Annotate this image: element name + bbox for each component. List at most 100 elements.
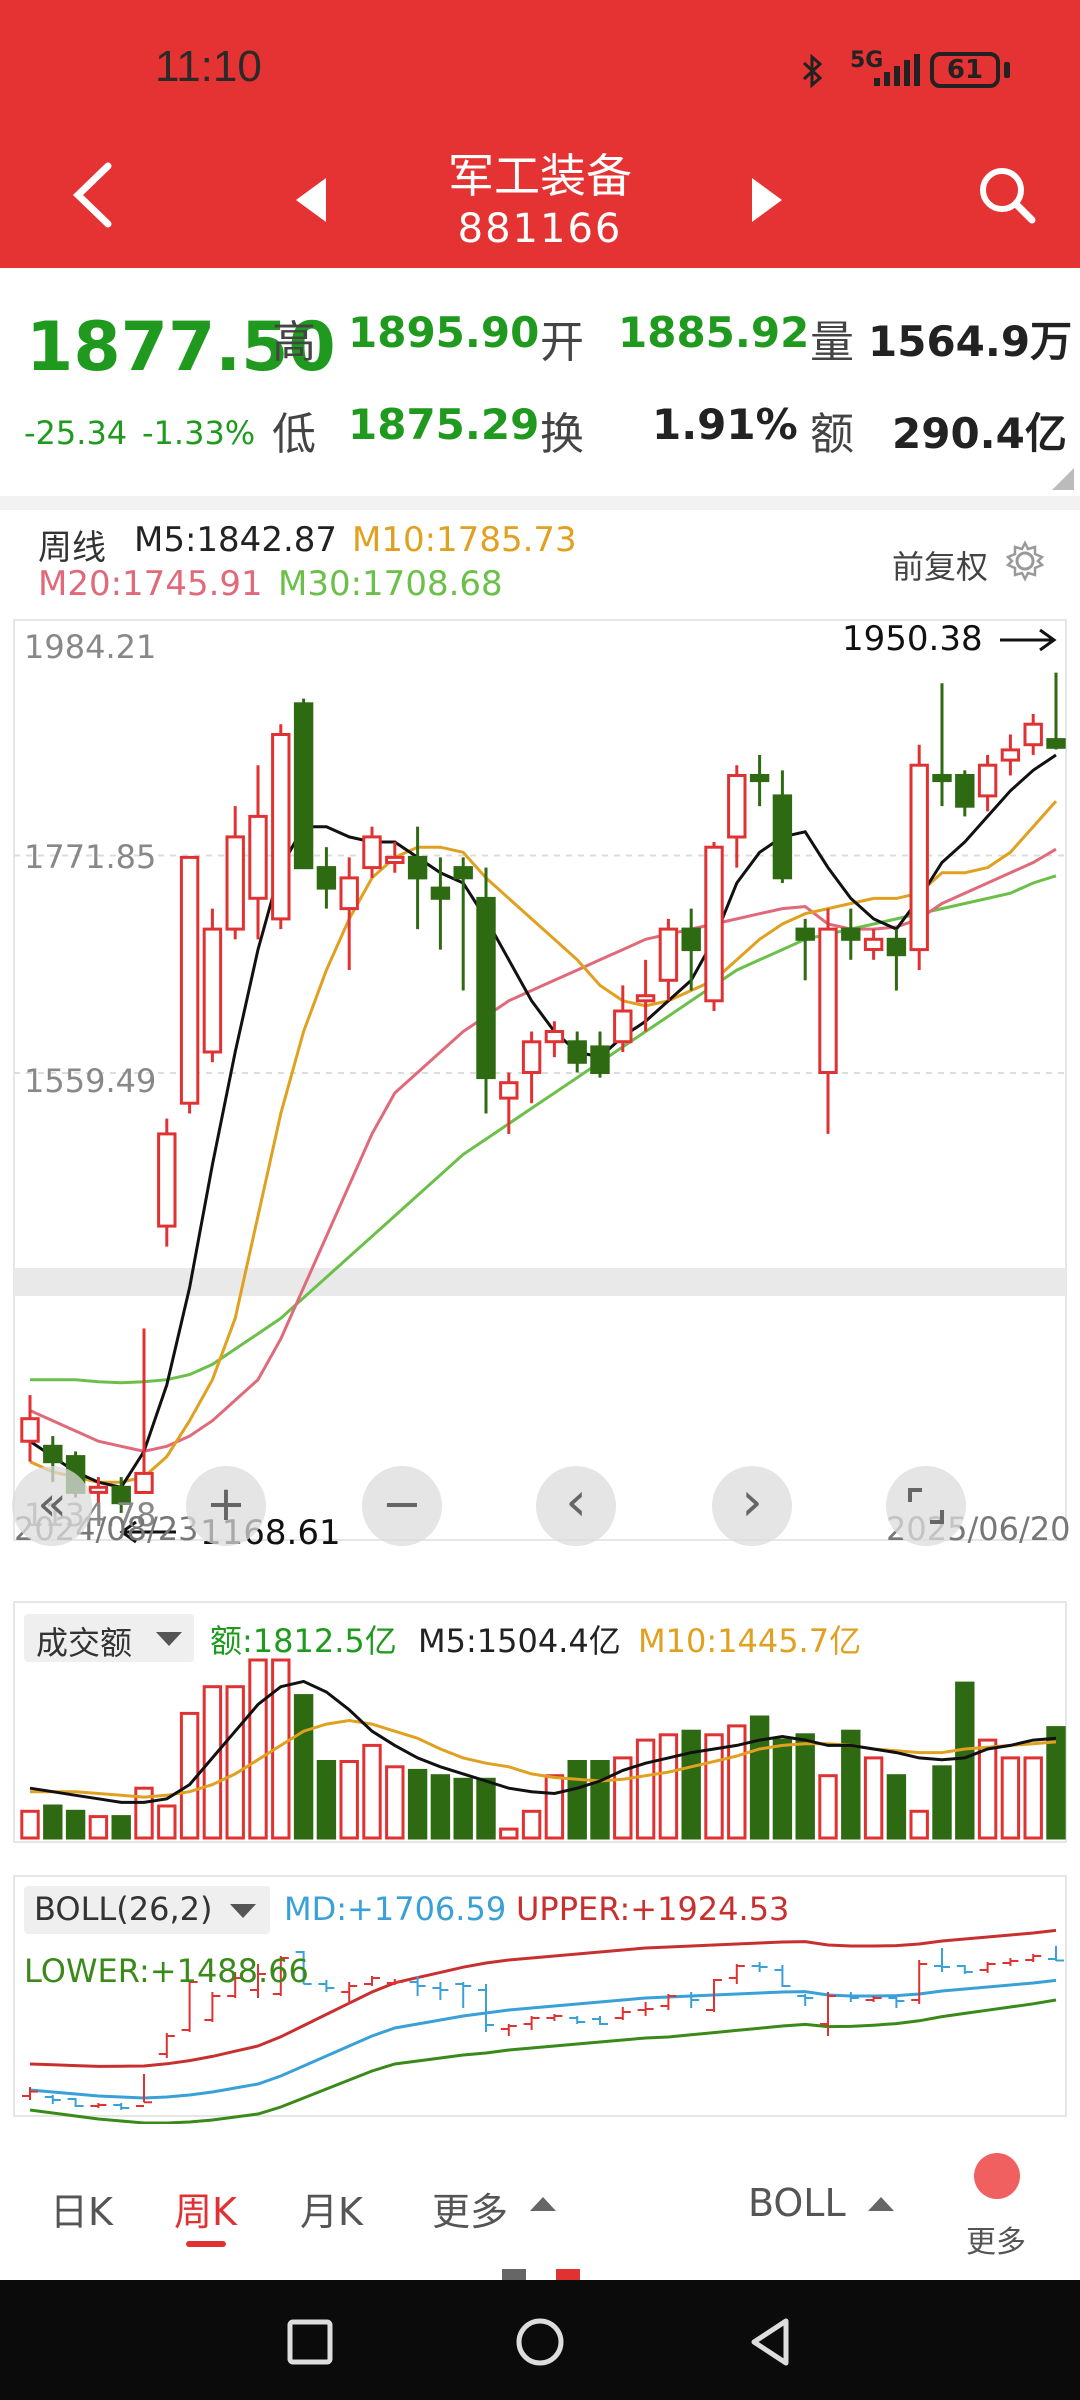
high-label: 高 <box>272 317 316 368</box>
y-tick-label: 1771.85 <box>24 838 156 876</box>
volume-bar <box>453 1777 473 1840</box>
candle-body <box>407 855 428 880</box>
volume-bar <box>521 1809 542 1840</box>
ma5-legend: M5:1842.87 <box>134 520 338 560</box>
tab-month[interactable]: 月K <box>300 2181 363 2236</box>
indicator-dropdown-amount[interactable]: 成交额 <box>24 1614 194 1662</box>
boll-upper: UPPER:+1924.53 <box>516 1890 790 1928</box>
candle-body <box>727 774 747 839</box>
indicator-name: 成交额 <box>36 1624 133 1662</box>
volume-bar <box>248 1658 268 1840</box>
period-tab-bar: 日K 周K 月K 更多 BOLL 更多 <box>0 2125 1080 2280</box>
volume-bar <box>749 1715 770 1840</box>
volume-bar <box>65 1809 86 1840</box>
candle-body <box>271 733 291 921</box>
volume-bar <box>955 1681 975 1840</box>
volume-bar <box>430 1774 451 1840</box>
indicator-dropdown-boll[interactable]: BOLL(26,2) <box>24 1886 270 1934</box>
volume-bar <box>88 1815 109 1840</box>
app-header: 11:10 5G 61 军工装备 881166 <box>0 0 1080 268</box>
settings-gear-icon[interactable] <box>1004 540 1046 582</box>
move-right-button[interactable]: › <box>712 1466 792 1546</box>
volume-bar <box>339 1760 359 1840</box>
zoom-toolbar: « + − ‹ › <box>0 1462 1080 1552</box>
volume-bar <box>863 1756 884 1840</box>
turnover-label: 换 <box>540 409 584 460</box>
page-indicator-dot <box>502 2269 526 2280</box>
price-change: -25.34 <box>24 414 128 452</box>
volume-bar <box>658 1733 679 1840</box>
volume-bar <box>476 1777 496 1840</box>
fullscreen-button[interactable] <box>886 1466 966 1546</box>
y-tick-label: 1559.49 <box>24 1062 156 1100</box>
battery-level: 61 <box>930 52 1000 88</box>
candle-body <box>544 1030 565 1044</box>
back-nav-icon[interactable] <box>746 2316 794 2368</box>
volume-label: 量 <box>810 317 854 368</box>
amount-m10: M10:1445.7亿 <box>638 1622 862 1660</box>
candlestick-chart[interactable]: 1984.21 1771.85 1559.49 1134.78 1950.38 … <box>0 618 1080 1578</box>
candle-body <box>567 1040 587 1064</box>
volume-bar <box>362 1743 382 1840</box>
candle-body <box>681 927 701 952</box>
stock-name: 军工装备 <box>448 149 632 203</box>
more-button-icon[interactable] <box>974 2153 1020 2199</box>
volume-bar <box>795 1733 815 1840</box>
stock-code: 881166 <box>457 206 623 252</box>
tab-day[interactable]: 日K <box>50 2181 113 2236</box>
open-value: 1885.92 <box>618 308 810 357</box>
candle-body <box>499 1081 519 1100</box>
turnover-value: 1.91% <box>652 400 798 449</box>
home-icon[interactable] <box>514 2316 566 2368</box>
candle-body <box>316 866 337 890</box>
candle-body <box>43 1444 63 1464</box>
adjust-label[interactable]: 前复权 <box>892 542 988 588</box>
battery-icon <box>1004 62 1010 78</box>
dropdown-icon <box>230 1904 256 1918</box>
chart-panel: 周线 M5:1842.87 M10:1785.73 M20:1745.91 M3… <box>0 510 1080 2125</box>
y-tick-label: 1984.21 <box>24 628 156 666</box>
max-arrow-icon <box>1000 628 1057 652</box>
zoom-in-button[interactable]: + <box>186 1466 266 1546</box>
volume-bar <box>157 1804 177 1840</box>
volume-bar <box>818 1774 838 1840</box>
volume-value: 1564.9万 <box>868 317 1073 366</box>
candle-body <box>841 927 861 941</box>
tab-active-indicator <box>186 2241 226 2247</box>
candle-body <box>293 702 314 870</box>
move-left-button[interactable]: ‹ <box>536 1466 616 1546</box>
quote-panel: 1877.50 -25.34 -1.33% 高 1895.90 开 1885.9… <box>0 268 1080 496</box>
volume-bar <box>20 1809 40 1840</box>
boll-lower: LOWER:+1488.66 <box>24 1952 309 1990</box>
volume-bar <box>977 1738 998 1840</box>
candle-body <box>658 927 679 982</box>
zoom-left-button[interactable]: « <box>12 1466 92 1546</box>
candles <box>20 672 1066 1513</box>
candle-body <box>635 994 656 1003</box>
tab-more[interactable]: 更多 <box>432 2181 508 2236</box>
volume-bar <box>407 1768 428 1840</box>
recent-apps-icon[interactable] <box>286 2318 334 2366</box>
more-button-label[interactable]: 更多 <box>966 2217 1026 2261</box>
boll-md: MD:+1706.59 <box>284 1890 507 1928</box>
volume-bar <box>681 1729 701 1840</box>
candle-body <box>430 886 451 900</box>
system-nav-bar <box>0 2280 1080 2400</box>
volume-bar <box>932 1765 952 1840</box>
candle-body <box>157 1132 177 1228</box>
candle-body <box>704 845 724 1003</box>
status-icons: 5G 61 <box>800 48 1020 98</box>
candle-body <box>932 774 952 783</box>
ma30-legend: M30:1708.68 <box>278 564 503 604</box>
search-icon[interactable] <box>978 166 1038 226</box>
candle-body <box>476 896 496 1080</box>
expand-corner-icon[interactable] <box>1052 468 1074 490</box>
volume-bar <box>909 1809 929 1840</box>
candle-body <box>613 1009 633 1044</box>
zoom-out-button[interactable]: − <box>362 1466 442 1546</box>
volume-bar <box>772 1738 793 1840</box>
tab-indicator[interactable]: BOLL <box>748 2181 846 2225</box>
next-stock-icon[interactable] <box>752 178 782 222</box>
tab-week[interactable]: 周K <box>174 2181 237 2236</box>
volume-bar <box>316 1760 337 1840</box>
